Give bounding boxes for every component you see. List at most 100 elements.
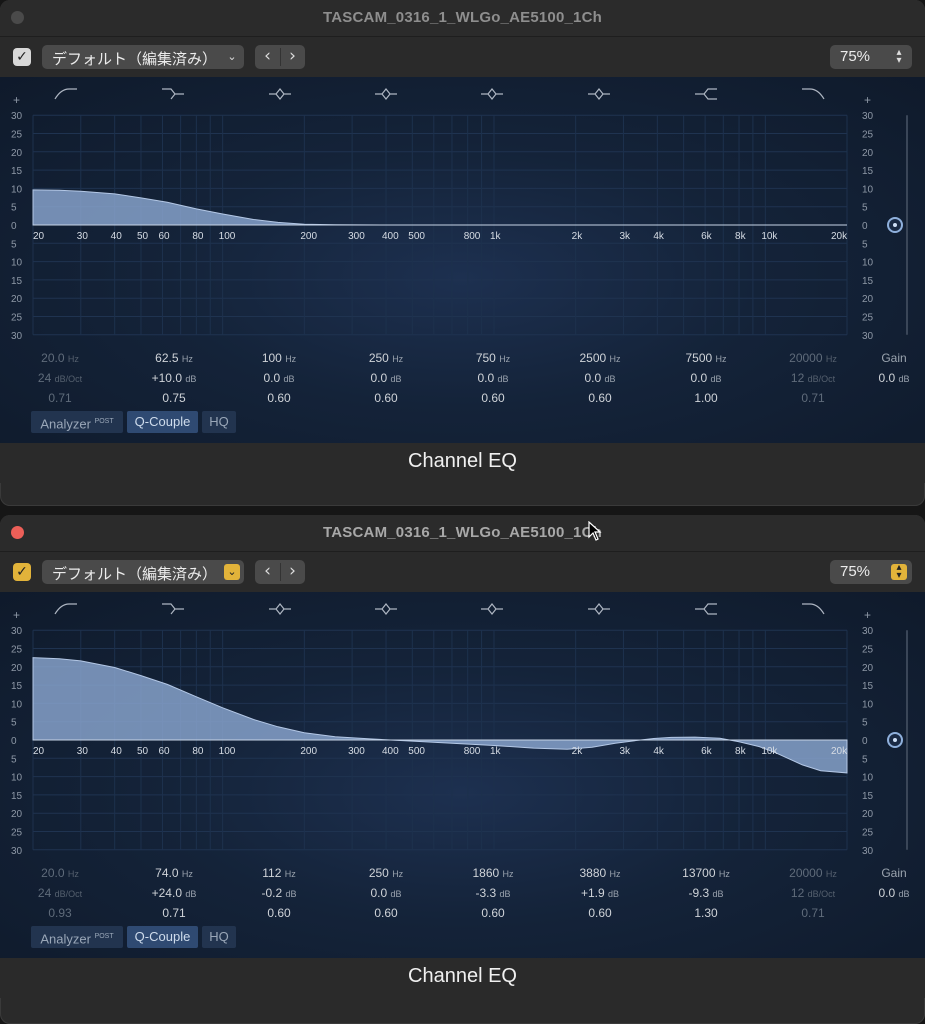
freq-tick-label: 20k bbox=[831, 746, 848, 757]
eq-panel: 30 30 25 25 20 20 15 15 10 10 5 5 0 0 5 5 10 10 15 15 20 20 25… bbox=[0, 592, 925, 958]
freq-tick-label: 400 bbox=[382, 231, 399, 242]
db-scale-label-right: 0 bbox=[862, 736, 868, 747]
freq-tick-label: 30 bbox=[77, 231, 89, 242]
freq-tick-label: 1k bbox=[490, 746, 502, 757]
eq-panel: 30 30 25 25 20 20 15 15 10 10 5 5 0 0 5 5 10 10 15 15 20 20 25… bbox=[0, 77, 925, 443]
freq-tick-label: 300 bbox=[348, 231, 365, 242]
freq-tick-label: 500 bbox=[408, 231, 425, 242]
bell-icon-path bbox=[588, 603, 610, 615]
db-scale-label-right: 25 bbox=[862, 645, 874, 656]
freq-tick-label: 2k bbox=[572, 746, 584, 757]
db-scale-label-left: 20 bbox=[11, 294, 23, 305]
freq-tick-label: 500 bbox=[408, 746, 425, 757]
zoom-value: 75% bbox=[840, 48, 871, 65]
previous-preset-button[interactable]: ‹ bbox=[255, 561, 280, 583]
db-scale-label-left: 0 bbox=[11, 221, 17, 232]
band-parameters: 20.0 Hz 24 dB/Oct 0.71 62.5 Hz +10.0 dB 0.75… bbox=[37, 351, 837, 405]
bell-icon bbox=[481, 88, 503, 100]
freq-tick-label: 300 bbox=[348, 746, 365, 757]
freq-tick-label: 3k bbox=[619, 746, 631, 757]
next-preset-button[interactable]: › bbox=[280, 46, 305, 68]
window-title: TASCAM_0316_1_WLGo_AE5100_1Ch bbox=[323, 9, 602, 26]
db-scale-label-right: 15 bbox=[862, 681, 874, 692]
hq-button[interactable]: HQ bbox=[202, 926, 236, 948]
preset-menu[interactable]: デフォルト（編集済み） ⌄ bbox=[42, 560, 244, 584]
db-scale-label-left: 5 bbox=[11, 239, 17, 250]
hq-button[interactable]: HQ bbox=[202, 411, 236, 433]
eq-graph[interactable]: 30 3025 2520 2015 1510 105 50 05 510 1015 1520 2025… bbox=[0, 592, 925, 866]
preset-menu[interactable]: デフォルト（編集済み） ⌄ bbox=[42, 45, 244, 69]
freq-tick-label: 100 bbox=[219, 231, 236, 242]
bell-icon-path bbox=[375, 603, 397, 615]
gain-value: 0.0 dB bbox=[878, 886, 910, 900]
low-shelf-icon-path bbox=[162, 603, 184, 615]
gain-value: 0.0 dB bbox=[878, 371, 910, 385]
q-couple-button[interactable]: Q-Couple bbox=[127, 926, 198, 948]
freq-tick-label: 50 bbox=[137, 231, 149, 242]
freq-tick-label: 8k bbox=[735, 231, 747, 242]
db-scale-label-right: 25 bbox=[862, 313, 874, 324]
db-scale-label-left: 5 bbox=[11, 718, 17, 729]
gain-label: Gain bbox=[881, 351, 907, 365]
stepper-arrows-icon: ▴ ▾ bbox=[896, 47, 902, 66]
eq-graph[interactable]: 30 3025 2520 2015 1510 105 50 05 510 1015 1520 2025… bbox=[0, 77, 925, 351]
db-scale-label-left: 15 bbox=[11, 276, 23, 287]
preset-nav: ‹ › bbox=[255, 45, 305, 69]
plus-sign-right: + bbox=[864, 93, 871, 107]
db-scale-label-right: 15 bbox=[862, 166, 874, 177]
db-scale-label-right: 5 bbox=[862, 718, 868, 729]
channel-eq-window-1: TASCAM_0316_1_WLGo_AE5100_1Ch ✓ デフォルト（編集… bbox=[0, 0, 925, 506]
bypass-checkbox[interactable]: ✓ bbox=[13, 48, 31, 66]
band-parameters: 20.0 Hz 24 dB/Oct 0.93 74.0 Hz +24.0 dB 0.71… bbox=[37, 866, 837, 920]
db-scale-label-left: 20 bbox=[11, 809, 23, 820]
db-scale-label-right: 30 bbox=[862, 331, 874, 342]
high-shelf-icon-path bbox=[695, 88, 717, 100]
high-cut-icon-path bbox=[802, 603, 825, 615]
plugin-toolbar: ✓ デフォルト（編集済み） ⌄ ‹ › 75% ▴ ▾ bbox=[0, 37, 925, 77]
db-scale-label-right: 20 bbox=[862, 663, 874, 674]
freq-tick-label: 800 bbox=[464, 231, 481, 242]
plus-sign-left: + bbox=[13, 608, 20, 622]
db-scale-label-left: 5 bbox=[11, 203, 17, 214]
high-cut-icon-path bbox=[802, 88, 825, 100]
db-scale-label-left: 25 bbox=[11, 645, 23, 656]
title-bar[interactable]: TASCAM_0316_1_WLGo_AE5100_1Ch bbox=[0, 515, 925, 552]
gain-label: Gain bbox=[881, 866, 907, 880]
db-scale-label-left: 10 bbox=[11, 184, 23, 195]
plugin-footer: Channel EQ bbox=[0, 958, 925, 998]
db-scale-label-left: 10 bbox=[11, 258, 23, 269]
freq-tick-label: 80 bbox=[192, 231, 204, 242]
zoom-menu[interactable]: 75% ▴ ▾ bbox=[830, 560, 912, 584]
db-scale-label-left: 25 bbox=[11, 313, 23, 324]
high-cut-icon bbox=[802, 603, 825, 615]
q-couple-button[interactable]: Q-Couple bbox=[127, 411, 198, 433]
previous-preset-button[interactable]: ‹ bbox=[255, 46, 280, 68]
db-scale-label-left: 15 bbox=[11, 166, 23, 177]
zoom-menu[interactable]: 75% ▴ ▾ bbox=[830, 45, 912, 69]
eq-curve bbox=[32, 189, 847, 226]
freq-tick-label: 800 bbox=[464, 746, 481, 757]
gain-knob-center bbox=[893, 223, 897, 227]
db-scale-label-left: 0 bbox=[11, 736, 17, 747]
freq-tick-label: 80 bbox=[192, 746, 204, 757]
db-scale-label-left: 30 bbox=[11, 331, 23, 342]
freq-tick-label: 4k bbox=[653, 746, 665, 757]
title-bar[interactable]: TASCAM_0316_1_WLGo_AE5100_1Ch bbox=[0, 0, 925, 37]
freq-tick-label: 200 bbox=[300, 231, 317, 242]
analyzer-button[interactable]: Analyzer POST bbox=[31, 411, 123, 433]
next-preset-button[interactable]: › bbox=[280, 561, 305, 583]
bell-icon-path bbox=[269, 88, 291, 100]
freq-tick-label: 30 bbox=[77, 746, 89, 757]
bell-icon-path bbox=[481, 88, 503, 100]
mouse-cursor-icon bbox=[588, 521, 602, 541]
db-scale-label-right: 30 bbox=[862, 626, 874, 637]
freq-tick-label: 6k bbox=[701, 746, 713, 757]
db-scale-label-left: 25 bbox=[11, 828, 23, 839]
db-scale-label-right: 25 bbox=[862, 130, 874, 141]
bypass-checkbox[interactable]: ✓ bbox=[13, 563, 31, 581]
analyzer-button[interactable]: Analyzer POST bbox=[31, 926, 123, 948]
freq-tick-label: 4k bbox=[653, 231, 665, 242]
plugin-name: Channel EQ bbox=[408, 450, 517, 472]
high-shelf-icon bbox=[695, 603, 717, 615]
bell-icon bbox=[588, 88, 610, 100]
